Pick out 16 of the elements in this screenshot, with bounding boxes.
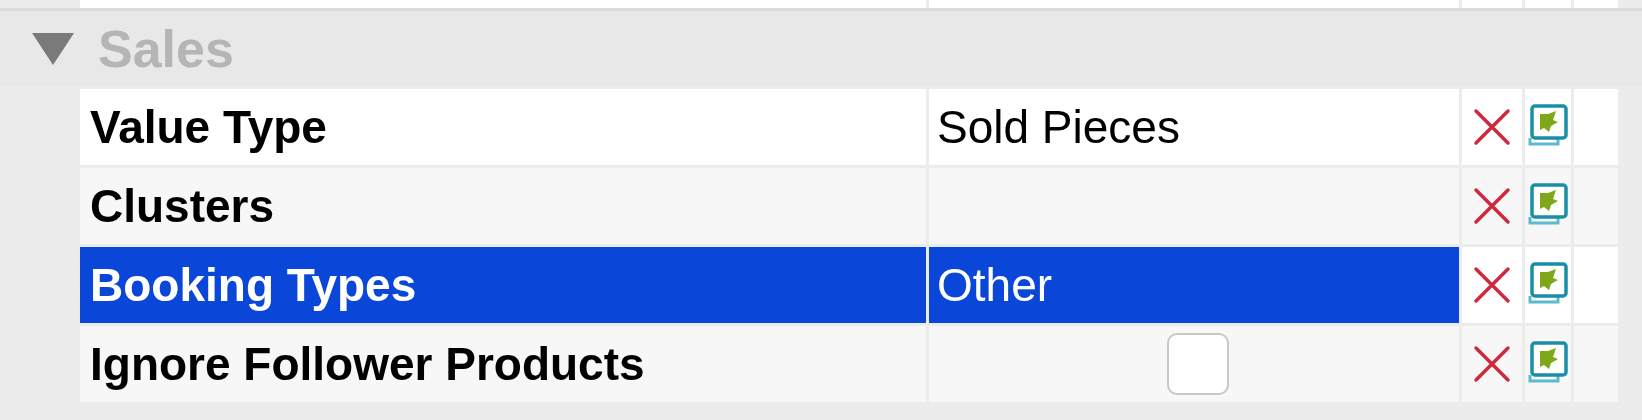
checkbox[interactable] [1167,333,1229,395]
property-value[interactable]: Other [929,247,1459,323]
value-text: Sold Pieces [937,99,1180,155]
property-name[interactable]: Booking Types [80,247,926,323]
delete-icon[interactable] [1472,186,1512,226]
delete-icon[interactable] [1472,265,1512,305]
table-cell [1462,0,1522,8]
property-name[interactable]: Ignore Follower Products [80,326,926,402]
property-name[interactable]: Clusters [80,168,926,244]
delete-icon[interactable] [1472,344,1512,384]
property-name[interactable]: Value Type [80,89,926,165]
delete-icon[interactable] [1472,107,1512,147]
table-cell [1574,0,1618,8]
property-value[interactable]: Sold Pieces [929,89,1459,165]
table-cell [1525,0,1571,8]
value-text: Other [937,257,1053,313]
